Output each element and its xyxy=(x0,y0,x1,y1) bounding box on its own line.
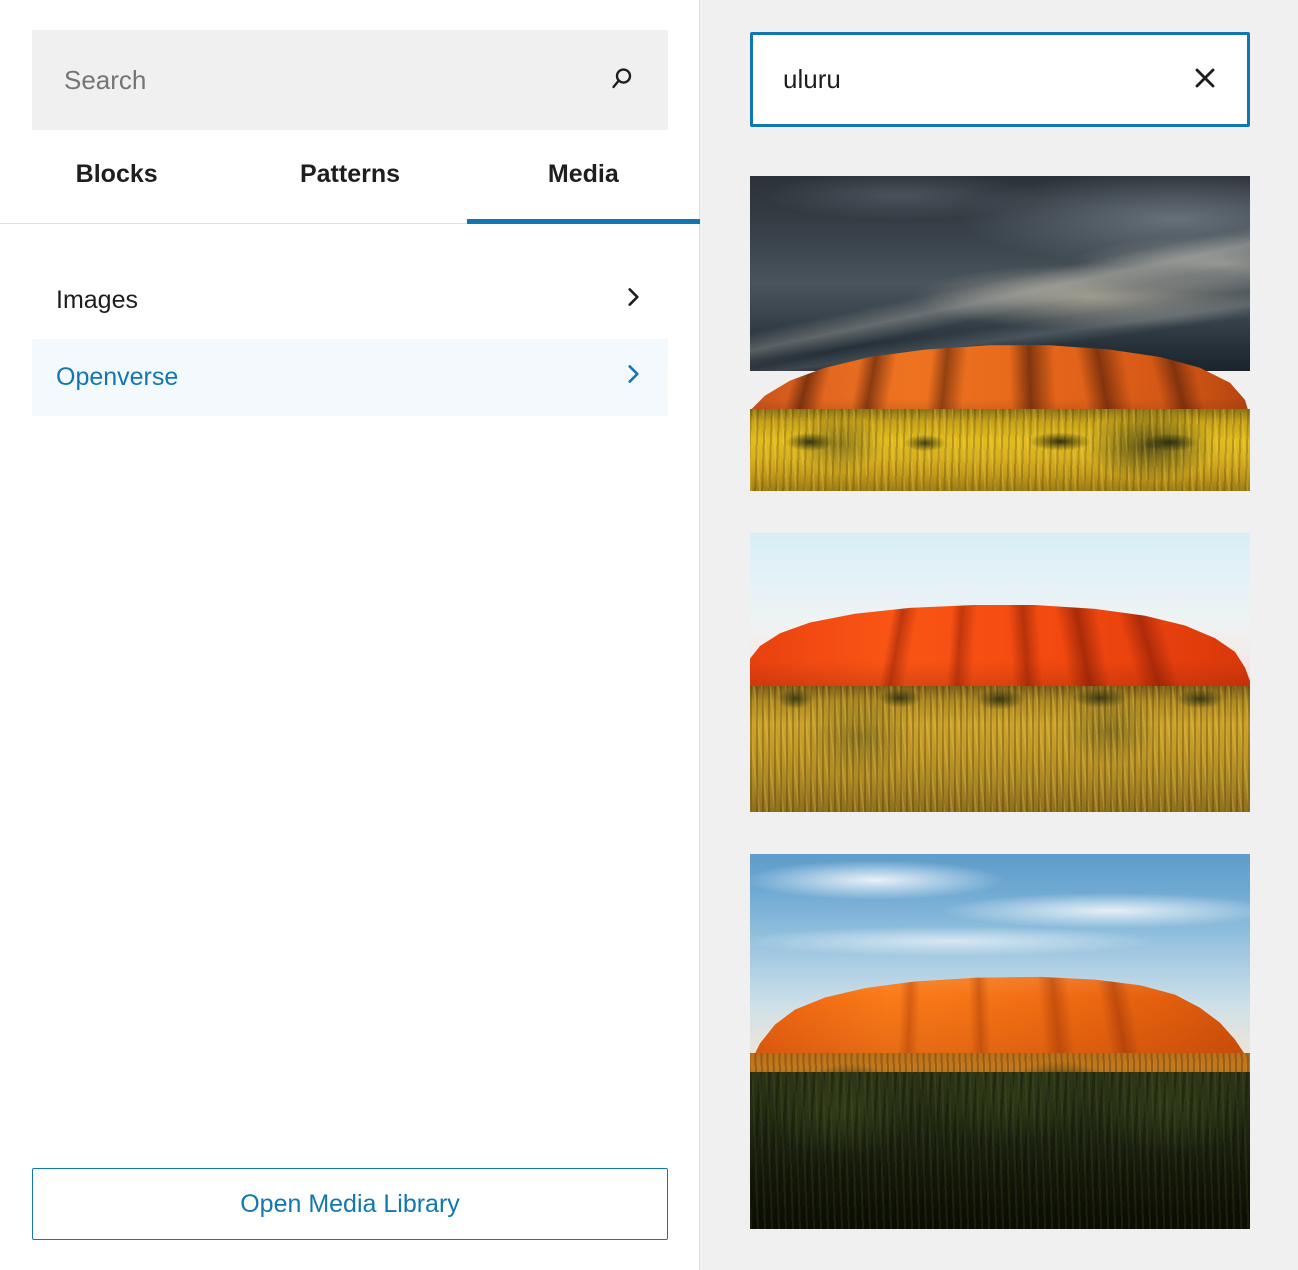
tab-media[interactable]: Media xyxy=(467,148,700,223)
open-media-library-label: Open Media Library xyxy=(240,1190,460,1219)
media-category-images-label: Images xyxy=(56,288,138,313)
openverse-result-1-thumbnail xyxy=(750,176,1250,491)
dark-green-scrub xyxy=(750,1072,1250,1230)
openverse-result-2-thumbnail xyxy=(750,533,1250,812)
clear-search-button[interactable] xyxy=(1185,60,1225,100)
tab-patterns-label: Patterns xyxy=(300,160,400,189)
search-input[interactable] xyxy=(64,30,604,130)
openverse-results-panel xyxy=(700,0,1298,1270)
search-icon xyxy=(607,64,637,97)
openverse-result-3-thumbnail xyxy=(750,854,1250,1229)
openverse-result-2[interactable] xyxy=(750,533,1250,812)
scrub-bushes xyxy=(750,431,1250,453)
media-category-list: Images Openverse xyxy=(32,262,668,416)
openverse-result-3[interactable] xyxy=(750,854,1250,1229)
chevron-right-icon xyxy=(620,361,646,394)
tab-underline-active xyxy=(467,219,700,224)
chevron-right-icon xyxy=(620,284,646,317)
open-media-library-button[interactable]: Open Media Library xyxy=(32,1168,668,1240)
inserter-tabs: Blocks Patterns Media xyxy=(0,148,700,224)
media-category-openverse[interactable]: Openverse xyxy=(32,339,668,416)
tab-blocks-label: Blocks xyxy=(76,160,158,189)
openverse-search-box[interactable] xyxy=(750,32,1250,127)
scrub-bushes xyxy=(750,686,1250,708)
tab-media-label: Media xyxy=(548,160,619,189)
stormy-sky xyxy=(750,176,1250,371)
openverse-result-1[interactable] xyxy=(750,176,1250,491)
openverse-search-input[interactable] xyxy=(783,35,1185,124)
openverse-result-list xyxy=(750,176,1250,1270)
inserter-search-box[interactable] xyxy=(32,30,668,130)
tab-patterns[interactable]: Patterns xyxy=(233,148,466,223)
media-category-images[interactable]: Images xyxy=(32,262,668,339)
inserter-panel: Blocks Patterns Media Images xyxy=(0,0,700,1270)
media-category-openverse-label: Openverse xyxy=(56,365,178,390)
tab-blocks[interactable]: Blocks xyxy=(0,148,233,223)
block-inserter-media-screen: Blocks Patterns Media Images xyxy=(0,0,1298,1270)
close-icon xyxy=(1190,63,1220,96)
search-button[interactable] xyxy=(604,62,640,98)
inserter-search-wrapper xyxy=(32,30,668,130)
